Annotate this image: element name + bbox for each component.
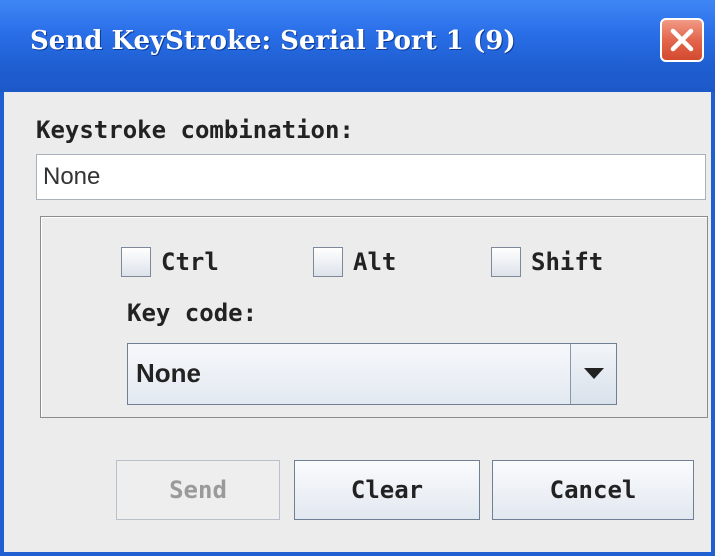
chevron-down-icon [584, 368, 604, 379]
clear-button[interactable]: Clear [294, 460, 480, 520]
key-code-dropdown-button[interactable] [570, 344, 616, 404]
keystroke-combination-field[interactable] [36, 154, 706, 200]
send-keystroke-dialog: Send KeyStroke: Serial Port 1 (9) Keystr… [0, 0, 715, 556]
key-code-select[interactable]: None [127, 343, 617, 405]
title-bar[interactable]: Send KeyStroke: Serial Port 1 (9) [0, 0, 715, 92]
dialog-body: Keystroke combination: Ctrl Alt Shift Ke… [4, 92, 711, 552]
ctrl-checkbox[interactable]: Ctrl [121, 247, 219, 277]
modifier-group-panel: Ctrl Alt Shift Key code: None [40, 216, 708, 418]
shift-checkbox-label: Shift [531, 248, 604, 276]
shift-checkbox-box[interactable] [491, 247, 521, 277]
alt-checkbox[interactable]: Alt [313, 247, 396, 277]
ctrl-checkbox-label: Ctrl [161, 248, 219, 276]
send-button[interactable]: Send [116, 460, 280, 520]
keystroke-combination-label: Keystroke combination: [36, 116, 354, 144]
key-code-label: Key code: [127, 299, 258, 327]
ctrl-checkbox-box[interactable] [121, 247, 151, 277]
alt-checkbox-box[interactable] [313, 247, 343, 277]
key-code-selected-value: None [136, 358, 201, 388]
window-title: Send KeyStroke: Serial Port 1 (9) [30, 26, 516, 56]
cancel-button[interactable]: Cancel [492, 460, 694, 520]
close-button[interactable] [660, 18, 704, 62]
close-icon [670, 28, 694, 52]
shift-checkbox[interactable]: Shift [491, 247, 603, 277]
alt-checkbox-label: Alt [353, 248, 397, 276]
